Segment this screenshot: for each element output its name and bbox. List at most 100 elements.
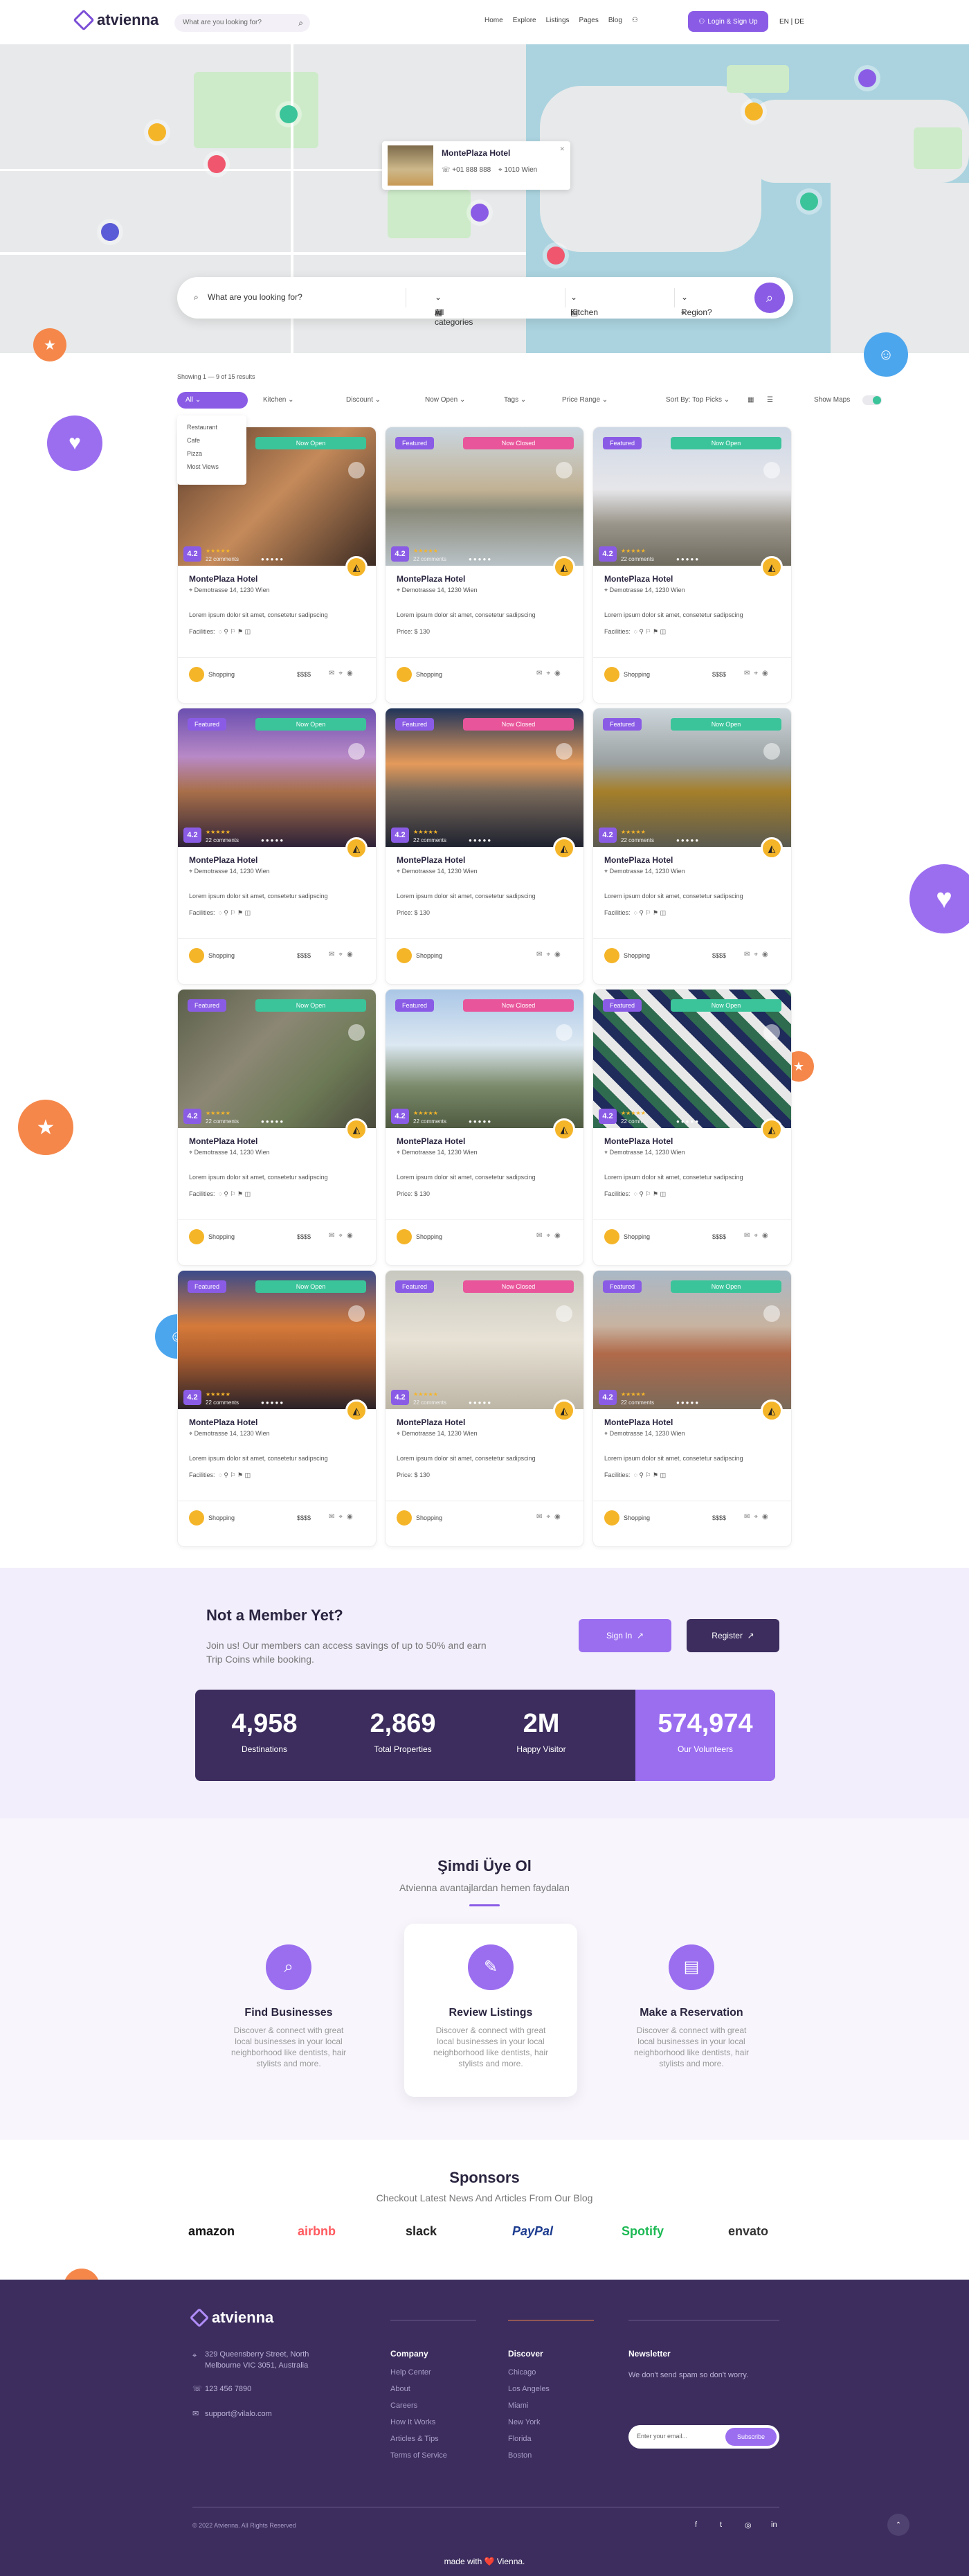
facebook-icon[interactable]: f xyxy=(695,2521,697,2529)
search-icon[interactable]: ⌕ xyxy=(298,18,303,28)
sponsor-envato[interactable]: envato xyxy=(728,2224,768,2239)
favorite-icon[interactable] xyxy=(556,743,572,760)
show-maps-toggle[interactable] xyxy=(862,395,882,405)
action-icons[interactable]: ✉⌖◉ xyxy=(329,1232,357,1240)
dropdown-option[interactable]: Cafe xyxy=(187,434,237,447)
carousel-dots[interactable]: ●●●●● xyxy=(676,837,700,843)
category-tag[interactable]: Shopping xyxy=(189,1229,235,1244)
category-tag[interactable]: Shopping xyxy=(397,667,442,682)
kitchen-select[interactable]: ▤ Kitchen ⌄ xyxy=(570,292,598,317)
map-marker[interactable] xyxy=(101,223,119,241)
smile-float-icon[interactable]: ☺ xyxy=(864,332,908,377)
listing-card[interactable]: Featured Now Closed 4.2 ★★★★★ 22 comment… xyxy=(385,708,584,985)
favorite-icon[interactable] xyxy=(556,1305,572,1322)
map-marker[interactable] xyxy=(208,155,226,173)
heart-float-icon[interactable]: ♥ xyxy=(909,864,969,933)
category-tag[interactable]: Shopping xyxy=(397,1510,442,1526)
footer-link[interactable]: How It Works xyxy=(390,2414,447,2431)
listing-title[interactable]: MontePlaza Hotel xyxy=(189,1136,257,1146)
listing-title[interactable]: MontePlaza Hotel xyxy=(604,855,673,865)
category-tag[interactable]: Shopping xyxy=(604,948,650,963)
linkedin-icon[interactable]: in xyxy=(771,2521,777,2529)
carousel-dots[interactable]: ●●●●● xyxy=(676,556,700,562)
filter-kitchen[interactable]: Kitchen ⌄ xyxy=(255,392,317,409)
twitter-icon[interactable]: t xyxy=(720,2521,722,2529)
favorite-icon[interactable] xyxy=(763,1305,780,1322)
back-to-top-button[interactable]: ⌃ xyxy=(887,2514,909,2536)
category-tag[interactable]: Shopping xyxy=(604,1510,650,1526)
favorite-icon[interactable] xyxy=(556,462,572,478)
action-icons[interactable]: ✉⌖◉ xyxy=(744,670,772,677)
sponsor-airbnb[interactable]: airbnb xyxy=(298,2224,336,2239)
footer-link[interactable]: Boston xyxy=(508,2447,550,2464)
filter-all[interactable]: All ⌄ xyxy=(177,392,248,409)
region-select[interactable]: ⌖ Region? ⌄ xyxy=(681,292,712,317)
nav-home[interactable]: Home xyxy=(484,17,503,24)
carousel-dots[interactable]: ●●●●● xyxy=(469,837,492,843)
dropdown-option[interactable]: Restaurant xyxy=(187,421,237,434)
sponsor-amazon[interactable]: amazon xyxy=(188,2224,235,2239)
action-icons[interactable]: ✉⌖◉ xyxy=(536,951,565,958)
carousel-dots[interactable]: ●●●●● xyxy=(261,556,284,562)
map-marker[interactable] xyxy=(148,123,166,141)
listing-title[interactable]: MontePlaza Hotel xyxy=(397,1417,465,1427)
map-popup[interactable]: MontePlaza Hotel ☏ +01 888 888 ⌖ 1010 Wi… xyxy=(382,141,570,190)
listing-card[interactable]: Featured Now Open 4.2 ★★★★★ 22 comments … xyxy=(592,427,792,704)
sponsor-paypal[interactable]: PayPal xyxy=(512,2224,553,2239)
sponsor-spotify[interactable]: Spotify xyxy=(622,2224,664,2239)
carousel-dots[interactable]: ●●●●● xyxy=(676,1118,700,1125)
nav-blog[interactable]: Blog xyxy=(608,17,622,24)
listing-title[interactable]: MontePlaza Hotel xyxy=(397,855,465,865)
category-tag[interactable]: Shopping xyxy=(604,667,650,682)
action-icons[interactable]: ✉⌖◉ xyxy=(536,1513,565,1521)
language-switch[interactable]: EN | DE xyxy=(779,18,804,26)
listing-card[interactable]: Featured Now Closed 4.2 ★★★★★ 22 comment… xyxy=(385,989,584,1266)
listing-title[interactable]: MontePlaza Hotel xyxy=(189,1417,257,1427)
sponsor-slack[interactable]: slack xyxy=(406,2224,437,2239)
grid-view-icon[interactable]: ▦ xyxy=(745,392,761,409)
carousel-dots[interactable]: ●●●●● xyxy=(676,1399,700,1406)
map-marker[interactable] xyxy=(471,204,489,222)
action-icons[interactable]: ✉⌖◉ xyxy=(536,1232,565,1240)
instagram-icon[interactable]: ◎ xyxy=(745,2521,752,2530)
list-view-icon[interactable]: ☰ xyxy=(764,392,781,409)
star-float-icon[interactable]: ★ xyxy=(18,1100,73,1155)
carousel-dots[interactable]: ●●●●● xyxy=(261,1118,284,1125)
register-button[interactable]: Register ↗ xyxy=(687,1619,779,1652)
favorite-icon[interactable] xyxy=(348,462,365,478)
category-tag[interactable]: Shopping xyxy=(604,1229,650,1244)
action-icons[interactable]: ✉⌖◉ xyxy=(536,670,565,677)
action-icons[interactable]: ✉⌖◉ xyxy=(329,670,357,677)
category-tag[interactable]: Shopping xyxy=(397,948,442,963)
dropdown-option[interactable]: Pizza xyxy=(187,447,237,460)
footer-link[interactable]: Florida xyxy=(508,2431,550,2447)
action-icons[interactable]: ✉⌖◉ xyxy=(744,951,772,958)
heart-float-icon[interactable]: ♥ xyxy=(47,415,102,471)
listing-card[interactable]: Featured Now Open 4.2 ★★★★★ 22 comments … xyxy=(177,1270,377,1547)
favorite-icon[interactable] xyxy=(348,743,365,760)
footer-link[interactable]: Help Center xyxy=(390,2364,447,2381)
favorite-icon[interactable] xyxy=(763,462,780,478)
listing-card[interactable]: Featured Now Open 4.2 ★★★★★ 22 comments … xyxy=(592,1270,792,1547)
map-marker[interactable] xyxy=(745,102,763,120)
nav-listings[interactable]: Listings xyxy=(546,17,570,24)
footer-link[interactable]: About xyxy=(390,2381,447,2397)
header-search-input[interactable]: What are you looking for? ⌕ xyxy=(174,14,310,32)
favorite-icon[interactable] xyxy=(348,1024,365,1041)
filter-price-range[interactable]: Price Range ⌄ xyxy=(554,392,623,409)
map-search-input[interactable]: What are you looking for? xyxy=(208,292,302,302)
action-icons[interactable]: ✉⌖◉ xyxy=(744,1232,772,1240)
search-button[interactable]: ⌕ xyxy=(754,283,785,313)
listing-title[interactable]: MontePlaza Hotel xyxy=(604,1136,673,1146)
footer-link[interactable]: Careers xyxy=(390,2397,447,2414)
footer-email[interactable]: support@vilalo.com xyxy=(205,2408,272,2420)
dropdown-option[interactable]: Most Views xyxy=(187,460,237,474)
carousel-dots[interactable]: ●●●●● xyxy=(469,1399,492,1406)
listing-card[interactable]: Featured Now Closed 4.2 ★★★★★ 22 comment… xyxy=(385,1270,584,1547)
footer-phone[interactable]: 123 456 7890 xyxy=(205,2383,251,2395)
listing-card[interactable]: Featured Now Open 4.2 ★★★★★ 22 comments … xyxy=(592,989,792,1266)
favorite-icon[interactable] xyxy=(763,743,780,760)
subscribe-button[interactable]: Subscribe xyxy=(725,2428,777,2446)
listing-title[interactable]: MontePlaza Hotel xyxy=(189,574,257,584)
favorite-icon[interactable] xyxy=(556,1024,572,1041)
